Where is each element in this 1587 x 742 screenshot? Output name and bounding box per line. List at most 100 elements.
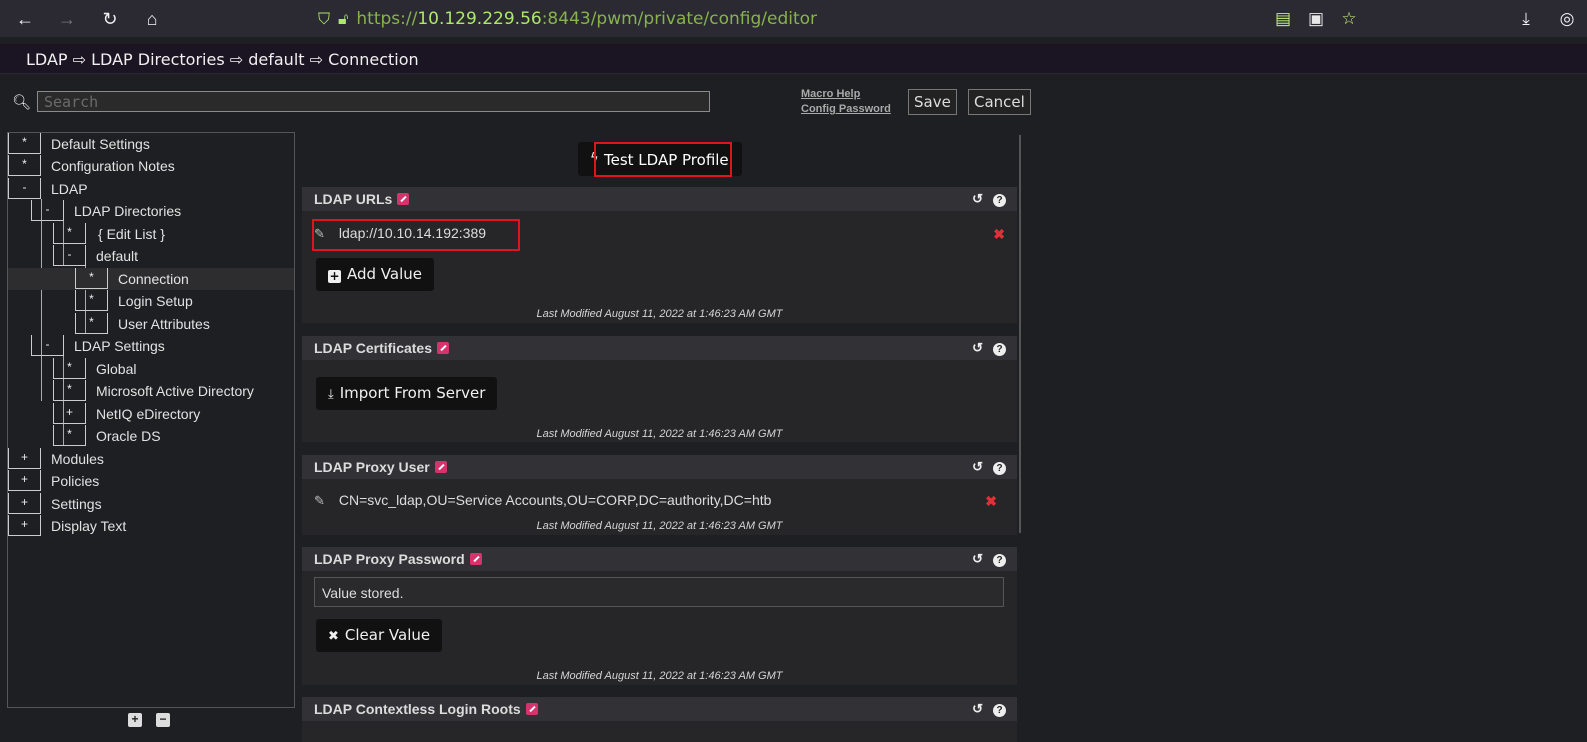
tree-item-label: Global: [96, 361, 137, 377]
reset-icon[interactable]: ↺: [972, 191, 983, 206]
add-value-button[interactable]: + Add Value: [316, 258, 434, 291]
lock-warning-icon: 🔓︎: [338, 9, 349, 28]
tree-toggle[interactable]: *: [8, 155, 41, 176]
url-path: :8443/pwm/private/config/editor: [541, 9, 818, 29]
highlight-box: [312, 219, 520, 251]
tree-toggle[interactable]: -: [53, 245, 86, 266]
test-ldap-profile-button[interactable]: ϟ Test LDAP Profile: [578, 142, 742, 177]
tree-toggle[interactable]: *: [53, 223, 86, 244]
x-icon: ✖: [328, 629, 339, 644]
highlight-box: [594, 142, 732, 177]
tree-toggle[interactable]: -: [31, 200, 64, 221]
ldap-proxy-user-panel: LDAP Proxy User ↺? ✎ CN=svc_ldap,OU=Servi…: [302, 455, 1017, 535]
tree-toggle[interactable]: *: [53, 425, 86, 446]
tree-item-display-text[interactable]: + Display Text: [8, 515, 294, 537]
panel-title: LDAP Certificates: [314, 340, 450, 356]
tree-item-default[interactable]: - default: [8, 245, 294, 267]
proxy-user-text: CN=svc_ldap,OU=Service Accounts,OU=CORP,…: [338, 492, 772, 508]
tree-item-ldap[interactable]: - LDAP: [8, 178, 294, 200]
help-icon[interactable]: ?: [993, 343, 1006, 356]
download-icon: ⤓: [328, 387, 334, 402]
macro-help-link[interactable]: Macro Help: [801, 87, 891, 102]
plus-square-icon: +: [328, 269, 341, 283]
help-icon[interactable]: ?: [993, 462, 1006, 475]
tree-item-login-setup[interactable]: * Login Setup: [8, 290, 294, 312]
tree-item-edit-list[interactable]: * { Edit List }: [8, 223, 294, 245]
tree-toggle[interactable]: *: [75, 313, 108, 334]
delete-value-icon[interactable]: ✖: [985, 493, 997, 510]
edit-icon[interactable]: ✎: [314, 493, 325, 508]
config-password-link[interactable]: Config Password: [801, 102, 891, 117]
tree-toggle[interactable]: +: [8, 448, 41, 469]
tree-item-modules[interactable]: + Modules: [8, 448, 294, 470]
panel-header-icons: ↺?: [962, 701, 1006, 717]
tree-toggle[interactable]: *: [75, 268, 108, 289]
clear-value-label: Clear Value: [344, 626, 431, 644]
tree-toggle[interactable]: +: [8, 470, 41, 491]
help-icon[interactable]: ?: [993, 554, 1006, 567]
tree-toggle[interactable]: *: [53, 380, 86, 401]
tree-toggle[interactable]: +: [53, 403, 86, 424]
tree-toggle[interactable]: -: [8, 178, 41, 199]
reload-icon[interactable]: ↻: [99, 8, 121, 30]
tree-toggle[interactable]: -: [31, 335, 64, 356]
tree-item-microsoft-active-directory[interactable]: * Microsoft Active Directory: [8, 380, 294, 402]
url-prefix: https://: [356, 9, 418, 29]
tree-item-ldap-settings[interactable]: - LDAP Settings: [8, 335, 294, 357]
tree-item-global[interactable]: * Global: [8, 358, 294, 380]
panel-header-icons: ↺?: [962, 551, 1006, 567]
proxy-user-value[interactable]: ✎ CN=svc_ldap,OU=Service Accounts,OU=CORP…: [314, 492, 771, 509]
tree-item-connection[interactable]: * Connection: [8, 268, 294, 290]
url-bar[interactable]: ⛉ 🔓︎ https://10.129.229.56:8443/pwm/priv…: [318, 7, 817, 31]
clear-value-button[interactable]: ✖ Clear Value: [316, 619, 443, 652]
help-icon[interactable]: ?: [993, 704, 1006, 717]
home-icon[interactable]: ⌂: [141, 8, 163, 30]
tree-item-label: Connection: [118, 271, 189, 287]
settings-tree: * Default Settings * Configuration Notes…: [7, 132, 295, 708]
ldap-certificates-panel: LDAP Certificates ↺? ⤓ Import From Server…: [302, 336, 1017, 442]
panel-title: LDAP Proxy User: [314, 459, 447, 475]
reader-view-icon[interactable]: ▤: [1272, 8, 1294, 30]
tree-item-label: LDAP: [51, 181, 88, 197]
tree-toggle[interactable]: *: [75, 290, 108, 311]
tree-item-oracle-ds[interactable]: * Oracle DS: [8, 425, 294, 447]
panel-title: LDAP URLs: [314, 191, 410, 207]
reset-icon[interactable]: ↺: [972, 551, 983, 566]
search-input[interactable]: [37, 91, 710, 112]
browser-toolbar: ← → ↻ ⌂ ⛉ 🔓︎ https://10.129.229.56:8443/…: [0, 0, 1587, 37]
url-host: 10.129.229.56: [417, 9, 542, 29]
tree-toggle[interactable]: *: [53, 358, 86, 379]
forward-icon[interactable]: →: [56, 8, 78, 30]
delete-value-icon[interactable]: ✖: [993, 226, 1005, 243]
back-icon[interactable]: ←: [14, 8, 36, 30]
tree-toggle[interactable]: +: [8, 493, 41, 514]
modified-badge-icon: [469, 553, 482, 565]
tree-item-ldap-directories[interactable]: - LDAP Directories: [8, 200, 294, 222]
tree-item-policies[interactable]: + Policies: [8, 470, 294, 492]
panel-header: LDAP URLs ↺?: [302, 187, 1017, 211]
tree-toggle[interactable]: +: [8, 515, 41, 536]
tree-item-default-settings[interactable]: * Default Settings: [8, 133, 294, 155]
tree-item-configuration-notes[interactable]: * Configuration Notes: [8, 155, 294, 177]
help-icon[interactable]: ?: [993, 194, 1006, 207]
tree-item-label: Oracle DS: [96, 428, 161, 444]
tree-item-netiq-edirectory[interactable]: + NetIQ eDirectory: [8, 403, 294, 425]
cancel-button[interactable]: Cancel: [968, 89, 1031, 115]
account-icon[interactable]: ◎: [1556, 8, 1578, 30]
collapse-all-icon[interactable]: −: [156, 713, 170, 727]
tree-item-label: default: [96, 248, 139, 264]
import-from-server-button[interactable]: ⤓ Import From Server: [316, 377, 498, 410]
bookmark-star-icon[interactable]: ☆: [1338, 8, 1360, 30]
scrollbar[interactable]: [1019, 135, 1021, 533]
download-icon[interactable]: ⤓: [1515, 8, 1537, 30]
tree-item-settings[interactable]: + Settings: [8, 493, 294, 515]
save-button[interactable]: Save: [908, 89, 957, 115]
reset-icon[interactable]: ↺: [972, 701, 983, 716]
expand-all-icon[interactable]: +: [128, 713, 142, 727]
page-action-icon[interactable]: ▣: [1305, 8, 1327, 30]
tree-item-user-attributes[interactable]: * User Attributes: [8, 313, 294, 335]
reset-icon[interactable]: ↺: [972, 340, 983, 355]
tree-item-label: Policies: [51, 473, 100, 489]
reset-icon[interactable]: ↺: [972, 459, 983, 474]
tree-toggle[interactable]: *: [8, 133, 41, 154]
